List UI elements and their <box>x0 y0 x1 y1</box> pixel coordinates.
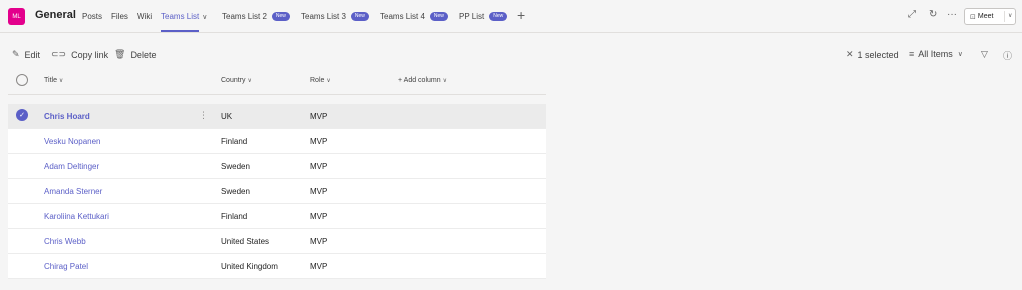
chevron-down-icon: ∨ <box>58 78 64 84</box>
tab-posts[interactable]: Posts <box>82 12 102 21</box>
tab-label: Teams List 2 <box>222 12 267 21</box>
row-role: MVP <box>310 162 328 171</box>
close-icon: ✕ <box>846 49 854 59</box>
row-title-link[interactable]: Amanda Sterner <box>44 187 102 196</box>
tab-teams-list-3[interactable]: Teams List 3 New <box>301 12 369 21</box>
meet-button[interactable]: ⊡ Meet ∨ <box>964 8 1016 25</box>
view-selector[interactable]: ≡ All Items ∨ <box>909 49 963 59</box>
row-country: United States <box>221 237 270 246</box>
delete-button[interactable]: 🗑 Delete <box>114 49 156 60</box>
column-header-role[interactable]: Role ∨ <box>310 77 331 84</box>
tab-label: Wiki <box>137 12 153 21</box>
tab-teams-list-2[interactable]: Teams List 2 New <box>222 12 290 21</box>
row-country: UK <box>221 112 233 121</box>
tab-wiki[interactable]: Wiki <box>137 12 152 21</box>
row-country: Sweden <box>221 162 250 171</box>
tab-files[interactable]: Files <box>111 12 128 21</box>
copy-link-label: Copy link <box>71 49 109 60</box>
command-bar: ✎ Edit ⊂⊃ Copy link 🗑 Delete ✕ 1 selecte… <box>0 33 1022 73</box>
row-role: MVP <box>310 112 328 121</box>
row-title-link[interactable]: Vesku Nopanen <box>44 137 101 146</box>
add-tab-button[interactable]: + <box>517 7 525 23</box>
row-title-link[interactable]: Chris Hoard <box>44 112 90 121</box>
checkmark-icon[interactable]: ✓ <box>16 109 28 121</box>
new-badge: New <box>350 12 369 21</box>
new-badge: New <box>429 12 448 21</box>
column-header-country[interactable]: Country ∨ <box>221 77 252 84</box>
row-title-link[interactable]: Chris Webb <box>44 237 86 246</box>
expand-icon[interactable]: ⤢ <box>908 9 916 20</box>
row-country: United Kingdom <box>221 262 278 271</box>
chevron-down-icon: ∨ <box>202 13 208 21</box>
row-country: Finland <box>221 212 248 221</box>
link-icon: ⊂⊃ <box>51 49 67 59</box>
row-role: MVP <box>310 212 328 221</box>
tab-teams-list[interactable]: Teams List ∨ <box>161 12 207 21</box>
refresh-icon[interactable]: ↻ <box>929 9 937 20</box>
select-all-checkbox[interactable] <box>16 74 28 86</box>
row-role: MVP <box>310 237 328 246</box>
tab-label: PP List <box>459 12 485 21</box>
row-title-link[interactable]: Chirag Patel <box>44 262 88 271</box>
view-label: All Items <box>918 49 953 59</box>
tab-label: Teams List 3 <box>301 12 346 21</box>
column-label: Role <box>310 77 325 84</box>
row-title-link[interactable]: Karoliina Kettukari <box>44 212 109 221</box>
add-column-label: + Add column <box>398 77 441 84</box>
chevron-down-icon: ∨ <box>442 78 447 84</box>
edit-label: Edit <box>24 49 41 60</box>
table-row[interactable]: Chirag Patel United Kingdom MVP <box>8 254 546 279</box>
chevron-down-icon: ∨ <box>326 78 331 84</box>
row-title-link[interactable]: Adam Deltinger <box>44 162 99 171</box>
new-badge: New <box>489 12 508 21</box>
pencil-icon: ✎ <box>12 49 20 59</box>
channel-name: General <box>35 9 76 21</box>
divider <box>1004 11 1005 22</box>
active-tab-indicator <box>161 30 199 32</box>
tab-pp-list[interactable]: PP List New <box>459 12 508 21</box>
tab-label: Teams List 4 <box>380 12 425 21</box>
table-row[interactable]: ✓ Chris Hoard ⋮ UK MVP <box>8 104 546 129</box>
trash-icon: 🗑 <box>114 49 126 59</box>
video-camera-icon: ⊡ <box>970 13 976 21</box>
table-row[interactable]: Vesku Nopanen Finland MVP <box>8 129 546 154</box>
table-row[interactable]: Chris Webb United States MVP <box>8 229 546 254</box>
delete-label: Delete <box>130 49 157 60</box>
channel-header: ML General Posts Files Wiki Teams List ∨… <box>0 0 1022 33</box>
tab-label: Files <box>111 12 128 21</box>
table-row[interactable]: Karoliina Kettukari Finland MVP <box>8 204 546 229</box>
chevron-down-icon: ∨ <box>957 51 963 58</box>
filter-button[interactable]: ▽ <box>981 49 988 60</box>
tab-label: Posts <box>82 12 103 21</box>
add-column-button[interactable]: + Add column ∨ <box>398 77 447 84</box>
clear-selection-button[interactable]: ✕ 1 selected <box>846 49 899 60</box>
row-country: Finland <box>221 137 248 146</box>
team-avatar[interactable]: ML <box>8 8 25 25</box>
meet-label: Meet <box>977 13 994 20</box>
row-role: MVP <box>310 187 328 196</box>
column-label: Title <box>44 77 57 84</box>
filter-icon: ▽ <box>981 49 988 59</box>
info-button[interactable]: ⓘ <box>1003 49 1012 62</box>
column-header-title[interactable]: Title ∨ <box>44 77 63 84</box>
header-divider <box>8 94 546 95</box>
chevron-down-icon: ∨ <box>247 78 252 84</box>
more-options-icon[interactable]: ⋮ <box>199 110 208 121</box>
row-role: MVP <box>310 262 328 271</box>
new-badge: New <box>271 12 290 21</box>
table-row[interactable]: Adam Deltinger Sweden MVP <box>8 154 546 179</box>
row-country: Sweden <box>221 187 250 196</box>
chevron-down-icon[interactable]: ∨ <box>1008 12 1012 19</box>
tab-teams-list-4[interactable]: Teams List 4 New <box>380 12 448 21</box>
selection-count: 1 selected <box>857 49 899 60</box>
list-icon: ≡ <box>909 49 915 59</box>
info-icon: ⓘ <box>1003 51 1013 61</box>
tab-label: Teams List <box>161 12 200 21</box>
more-icon[interactable]: ··· <box>947 9 957 20</box>
edit-button[interactable]: ✎ Edit <box>12 49 40 60</box>
column-label: Country <box>221 77 246 84</box>
row-role: MVP <box>310 137 328 146</box>
table-row[interactable]: Amanda Sterner Sweden MVP <box>8 179 546 204</box>
copy-link-button[interactable]: ⊂⊃ Copy link <box>51 49 108 60</box>
